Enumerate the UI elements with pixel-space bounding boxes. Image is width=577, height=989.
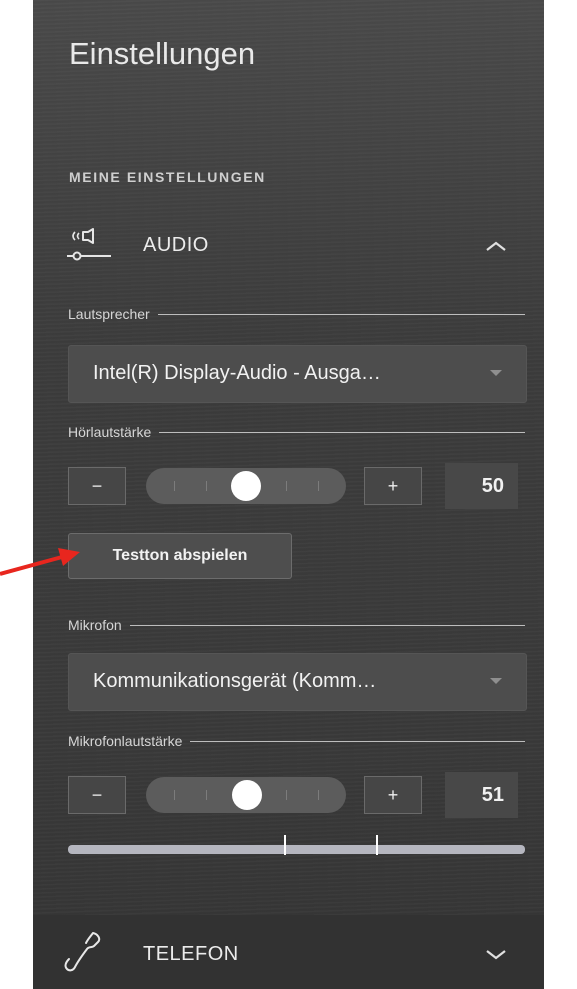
listen-volume-increase-button[interactable]: +	[364, 467, 422, 505]
section-label: MEINE EINSTELLUNGEN	[69, 169, 266, 185]
speaker-label: Lautsprecher	[68, 306, 150, 322]
microphone-label-row: Mikrofon	[68, 617, 525, 633]
listen-volume-decrease-button[interactable]: −	[68, 467, 126, 505]
listen-volume-label: Hörlautstärke	[68, 424, 152, 440]
divider	[190, 740, 525, 742]
speaker-dropdown[interactable]: Intel(R) Display-Audio - Ausga…	[68, 345, 527, 403]
mic-volume-decrease-button[interactable]: −	[68, 776, 126, 814]
slider-tick	[286, 790, 287, 800]
mic-level-meter	[68, 835, 525, 855]
slider-tick	[318, 790, 319, 800]
slider-tick	[206, 481, 207, 491]
mic-volume-thumb[interactable]	[232, 780, 262, 810]
telefon-label: TELEFON	[143, 943, 239, 965]
slider-tick	[174, 790, 175, 800]
microphone-label: Mikrofon	[68, 617, 122, 633]
mic-volume-label-row: Mikrofonlautstärke	[68, 733, 525, 749]
level-marker	[376, 835, 378, 855]
audio-label: AUDIO	[143, 234, 209, 256]
play-test-tone-button[interactable]: Testton abspielen	[68, 533, 292, 579]
phone-icon	[63, 929, 103, 980]
level-marker	[284, 835, 286, 855]
settings-panel: Einstellungen MEINE EINSTELLUNGEN AUDIO …	[33, 0, 544, 989]
mic-volume-label: Mikrofonlautstärke	[68, 733, 183, 749]
listen-volume-slider[interactable]	[146, 468, 346, 504]
audio-section-header[interactable]: AUDIO	[33, 210, 544, 284]
divider	[157, 313, 525, 315]
page-title: Einstellungen	[69, 36, 256, 71]
divider	[159, 431, 525, 433]
microphone-dropdown[interactable]: Kommunikationsgerät (Komm…	[68, 653, 527, 711]
speaker-selected-value: Intel(R) Display-Audio - Ausga…	[93, 362, 381, 384]
slider-tick	[286, 481, 287, 491]
slider-tick	[174, 481, 175, 491]
listen-volume-label-row: Hörlautstärke	[68, 424, 525, 440]
speaker-label-row: Lautsprecher	[68, 306, 525, 322]
chevron-up-icon[interactable]	[485, 239, 507, 253]
caret-down-icon	[490, 678, 502, 684]
chevron-down-icon[interactable]	[485, 948, 507, 962]
mic-volume-increase-button[interactable]: +	[364, 776, 422, 814]
listen-volume-value: 50	[445, 463, 518, 509]
mic-volume-value: 51	[445, 772, 518, 818]
divider	[129, 624, 525, 626]
caret-down-icon	[490, 370, 502, 376]
slider-tick	[206, 790, 207, 800]
audio-device-icon	[65, 220, 113, 268]
listen-volume-thumb[interactable]	[231, 471, 261, 501]
slider-tick	[318, 481, 319, 491]
microphone-selected-value: Kommunikationsgerät (Komm…	[93, 670, 377, 692]
telefon-section-header[interactable]: TELEFON	[33, 915, 544, 989]
mic-volume-slider[interactable]	[146, 777, 346, 813]
